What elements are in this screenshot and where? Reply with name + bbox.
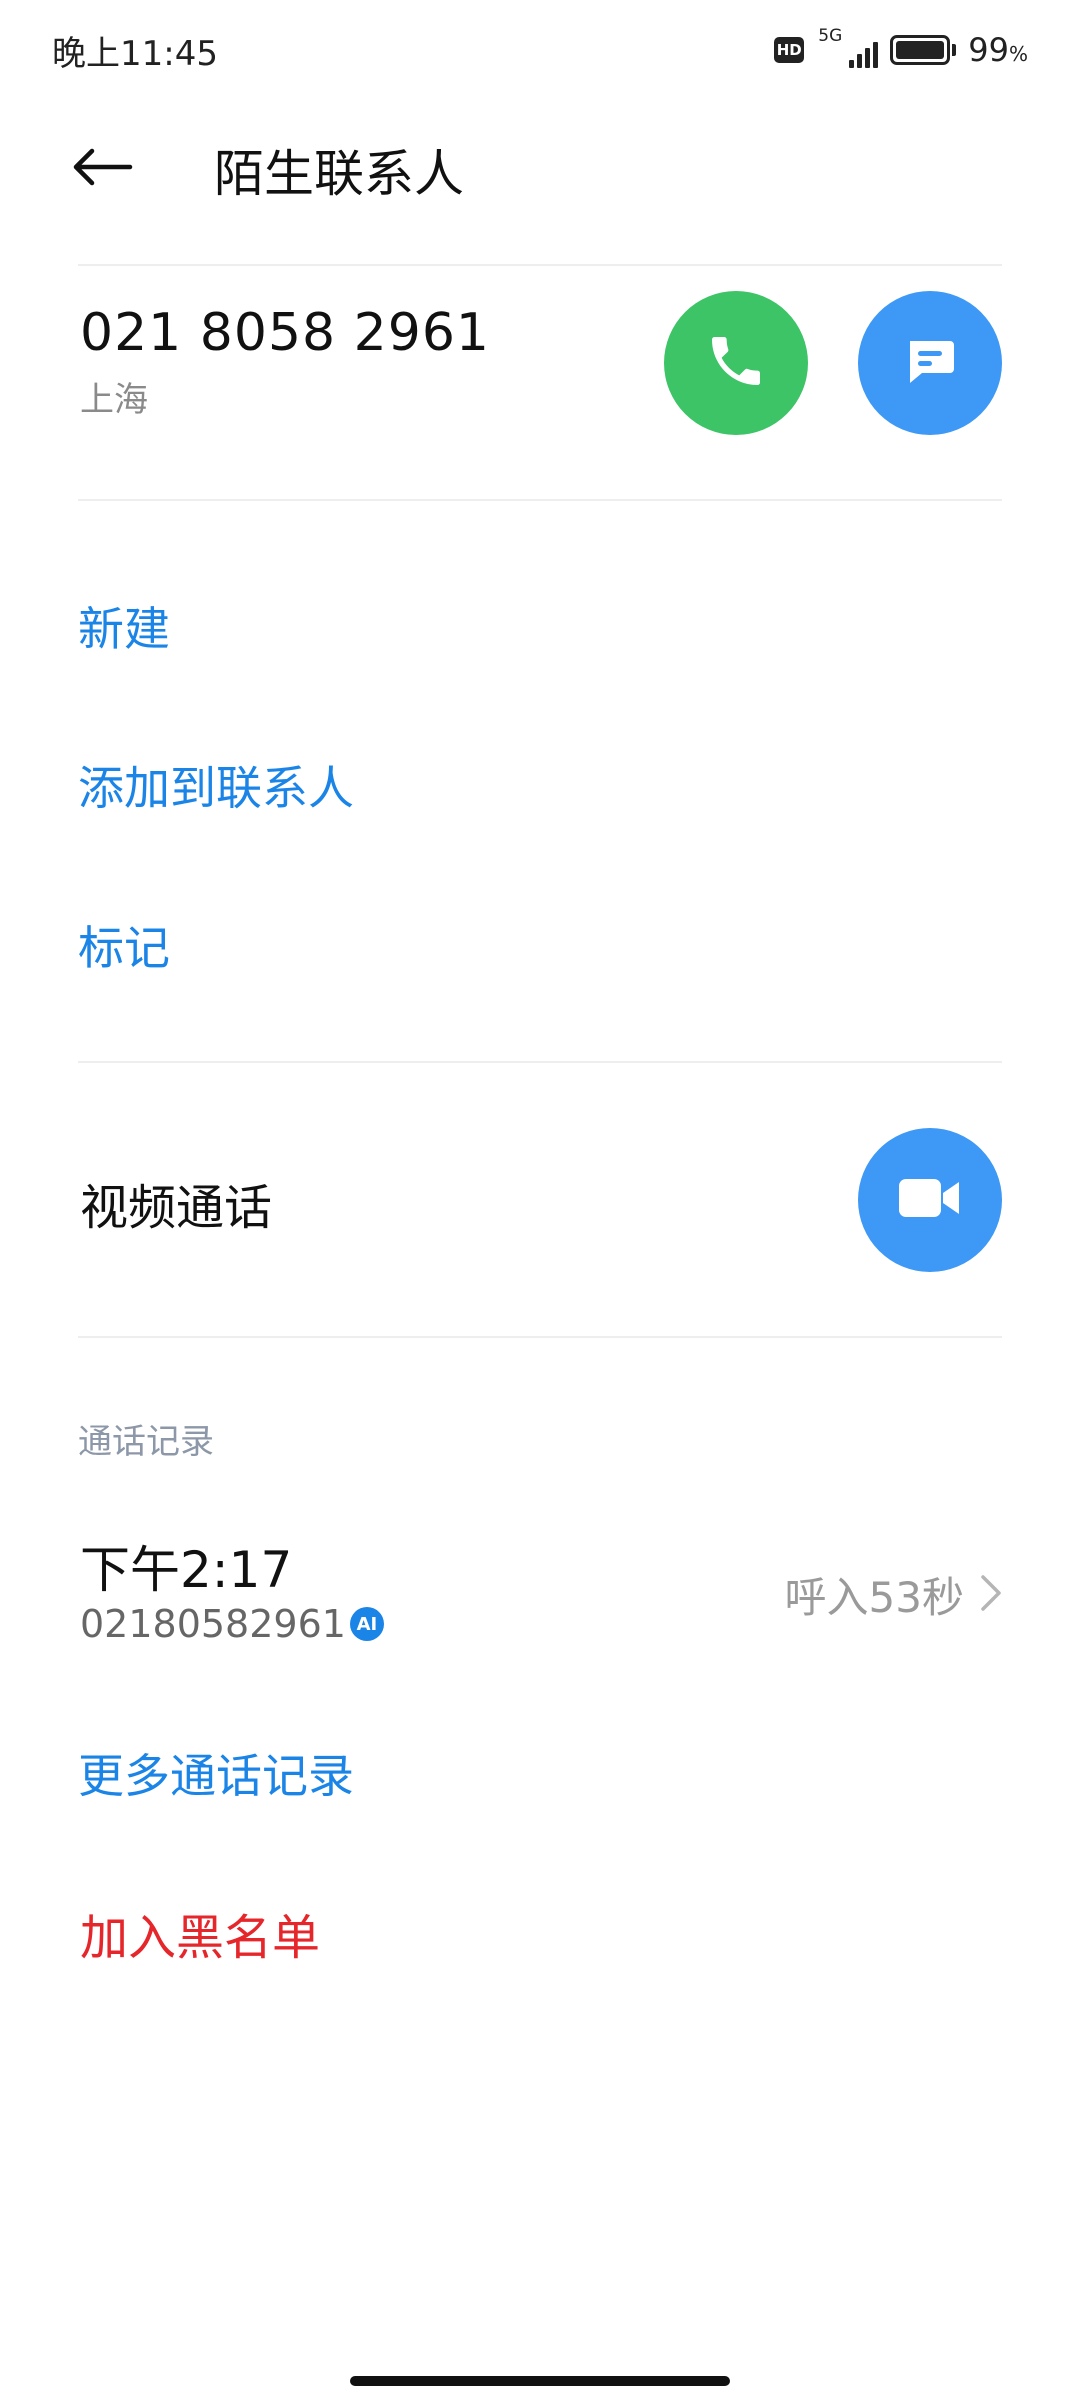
- back-button[interactable]: [70, 134, 150, 204]
- video-call-button[interactable]: [858, 1128, 1002, 1272]
- divider: [78, 1336, 1002, 1338]
- signal-icon: 5G: [816, 26, 879, 70]
- home-indicator[interactable]: [350, 2376, 730, 2386]
- call-log-duration: 呼入53秒: [784, 1573, 964, 1622]
- new-contact-link[interactable]: 新建: [78, 593, 170, 659]
- more-call-logs-link[interactable]: 更多通话记录: [78, 1740, 354, 1806]
- video-call-label: 视频通话: [80, 1180, 273, 1236]
- app-header: 陌生联系人: [0, 110, 1080, 230]
- contact-phone-number: 021 8058 2961: [80, 303, 490, 363]
- phone-screen: 晚上11:45 HD 5G 99% 陌生联系人 021 8058 2961 上海…: [0, 0, 1080, 2400]
- message-icon: [898, 329, 962, 397]
- hd-icon: HD: [774, 37, 805, 63]
- phone-icon: [704, 329, 768, 397]
- call-button[interactable]: [664, 291, 808, 435]
- chevron-right-icon: [980, 1573, 1002, 1617]
- ai-badge-icon: AI: [349, 1607, 384, 1641]
- video-camera-icon: [895, 1173, 965, 1227]
- call-log-number: 02180582961 AI: [80, 1602, 384, 1646]
- contact-location: 上海: [80, 380, 148, 420]
- network-type-label: 5G: [818, 26, 843, 46]
- battery-icon: [890, 35, 957, 65]
- status-icons: HD 5G 99%: [774, 26, 1028, 74]
- battery-percent: 99%: [968, 31, 1028, 69]
- message-button[interactable]: [858, 291, 1002, 435]
- call-log-status: 呼入53秒: [785, 1564, 1002, 1625]
- call-log-entry[interactable]: 下午2:17 02180582961 AI 呼入53秒: [0, 1520, 1080, 1660]
- mark-link[interactable]: 标记: [78, 912, 170, 978]
- divider: [78, 499, 1002, 501]
- call-log-time: 下午2:17: [80, 1541, 293, 1599]
- page-title: 陌生联系人: [214, 145, 464, 203]
- status-bar: 晚上11:45 HD 5G 99%: [0, 0, 1080, 100]
- divider: [78, 264, 1002, 266]
- call-log-section-title: 通话记录: [78, 1422, 214, 1462]
- divider: [78, 1061, 1002, 1063]
- status-time: 晚上11:45: [52, 34, 218, 74]
- add-to-contacts-link[interactable]: 添加到联系人: [78, 752, 354, 818]
- add-to-blacklist-button[interactable]: 加入黑名单: [80, 1898, 320, 1968]
- arrow-left-icon: [70, 147, 134, 191]
